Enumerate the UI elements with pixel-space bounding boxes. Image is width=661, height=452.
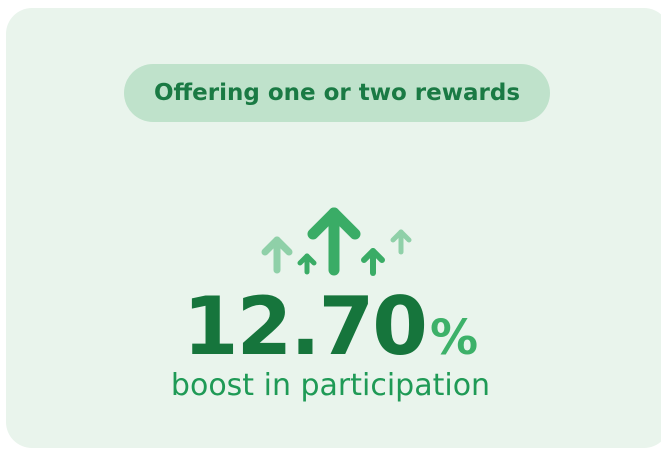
stat-value: 12.70	[182, 280, 428, 373]
category-badge-label: Offering one or two rewards	[153, 80, 521, 106]
stat-caption: boost in participation	[170, 368, 491, 403]
stat-figure: 12.70%	[0, 282, 661, 372]
stat-unit: %	[429, 310, 479, 366]
category-badge: Offering one or two rewards	[124, 64, 550, 122]
